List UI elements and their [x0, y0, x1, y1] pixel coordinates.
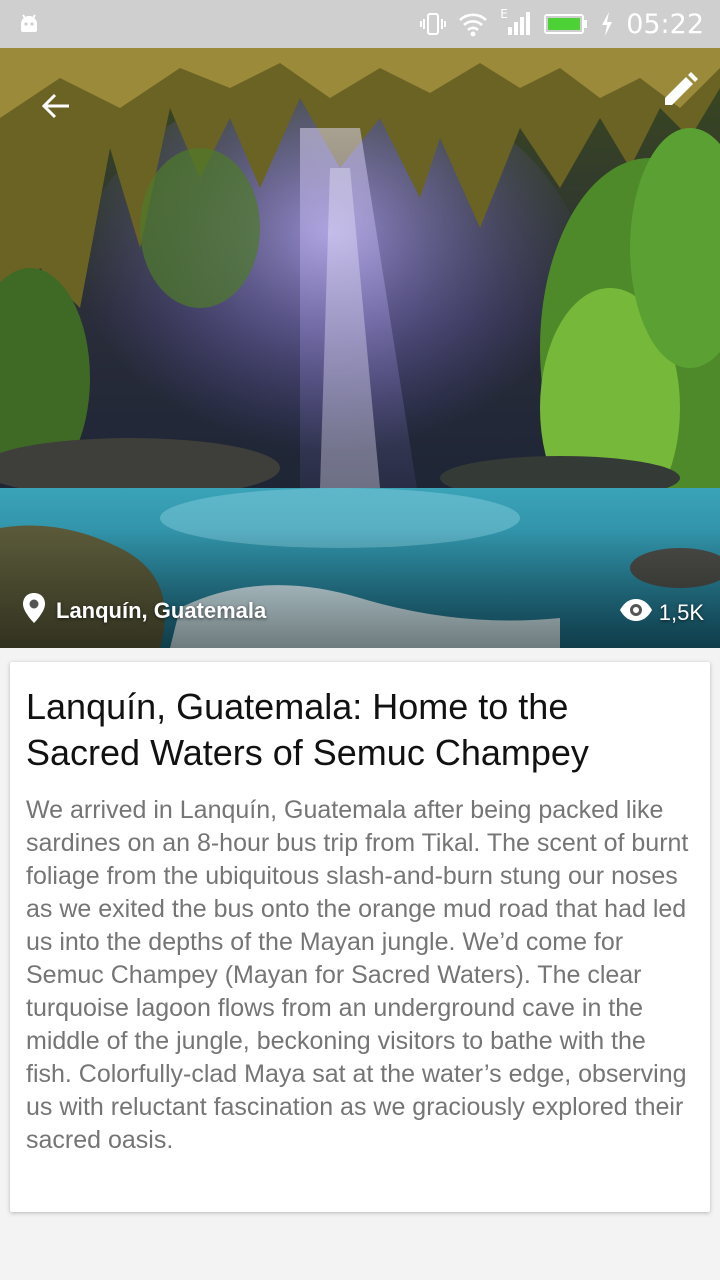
location-label: Lanquín, Guatemala — [56, 598, 267, 623]
charging-icon — [600, 11, 614, 37]
views-label: 1,5K — [658, 600, 704, 625]
article-body: We arrived in Lanquín, Guatemala after b… — [26, 796, 689, 1154]
status-time: 05:22 — [626, 8, 704, 40]
views-count: 1,5K — [619, 598, 704, 628]
cave-lagoon-photo — [0, 48, 720, 648]
map-pin-icon — [22, 592, 46, 630]
eye-icon — [619, 598, 653, 628]
signal-icon: E — [500, 7, 532, 37]
battery-icon — [544, 12, 588, 36]
wifi-icon — [458, 11, 488, 37]
article-title: Lanquín, Guatemala: Home to the Sacred W… — [26, 686, 589, 773]
back-button[interactable] — [32, 84, 80, 132]
arrow-left-icon — [39, 89, 73, 128]
pencil-icon — [661, 71, 699, 114]
network-type-label: E — [500, 7, 508, 21]
edit-button[interactable] — [654, 66, 706, 118]
android-icon — [18, 12, 40, 34]
vibrate-icon — [420, 11, 447, 37]
hero-image: Lanquín, Guatemala 1,5K — [0, 48, 720, 648]
status-bar: E 05:22 — [0, 0, 720, 48]
location-row: Lanquín, Guatemala — [22, 592, 266, 630]
article-card: Lanquín, Guatemala: Home to the Sacred W… — [10, 662, 710, 1212]
